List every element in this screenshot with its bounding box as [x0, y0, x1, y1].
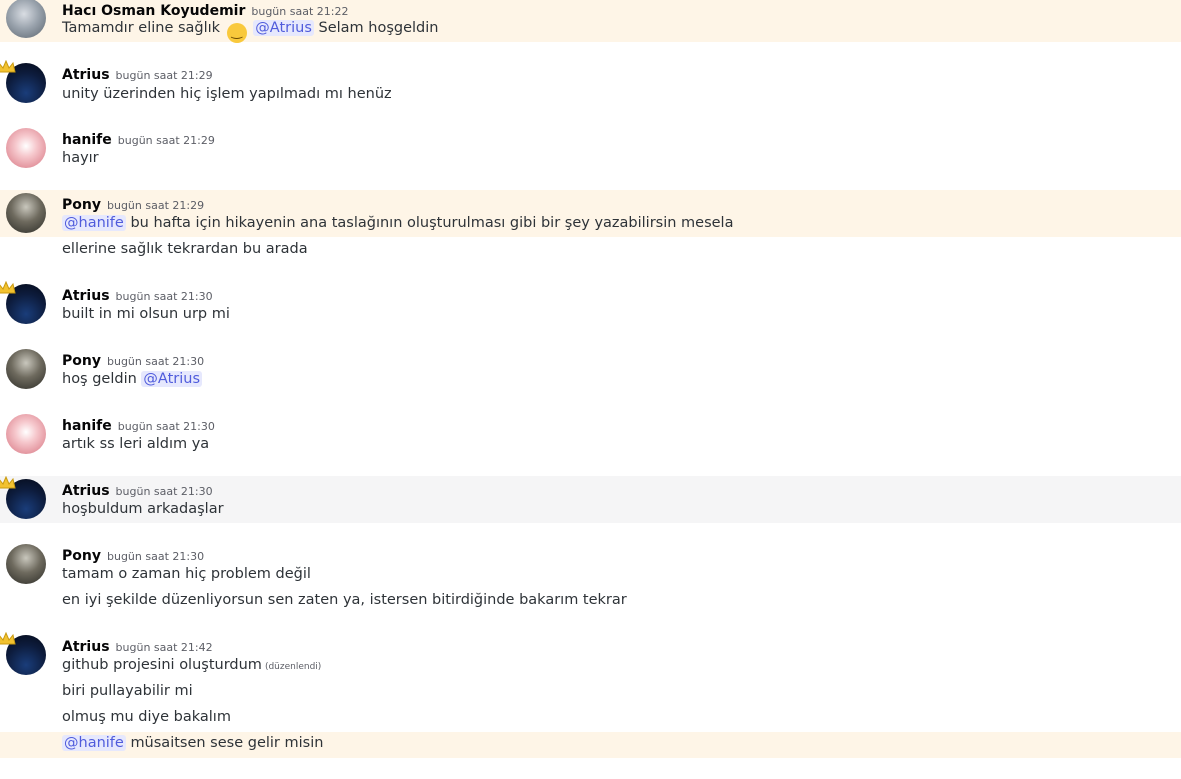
slightly-smiling-face-icon[interactable]: ‿	[226, 23, 247, 43]
edited-label[interactable]: (düzenlendi)	[265, 662, 321, 672]
user-mention[interactable]: @hanife	[62, 215, 126, 231]
avatar[interactable]	[6, 193, 46, 233]
username[interactable]: hanife	[62, 418, 112, 434]
avatar[interactable]	[6, 128, 46, 168]
timestamp[interactable]: bugün saat 21:29	[107, 199, 204, 212]
username[interactable]: Pony	[62, 197, 101, 213]
message-text: built in mi olsun urp mi	[62, 306, 230, 322]
username[interactable]: Atrius	[62, 639, 110, 655]
timestamp[interactable]: bugün saat 21:22	[251, 5, 348, 18]
username[interactable]: hanife	[62, 132, 112, 148]
avatar[interactable]	[6, 414, 46, 454]
message-text: tamam o zaman hiç problem değil	[62, 566, 311, 582]
timestamp[interactable]: bugün saat 21:42	[116, 641, 213, 654]
message-text: Tamamdır eline sağlık ‿ @Atrius Selam ho…	[62, 20, 438, 43]
crown-icon	[0, 281, 16, 294]
timestamp[interactable]: bugün saat 21:30	[107, 355, 204, 368]
user-mention[interactable]: @Atrius	[141, 371, 203, 387]
message-text: github projesini oluşturdum (düzenlendi)	[62, 657, 322, 673]
message-text: artık ss leri aldım ya	[62, 436, 210, 452]
user-mention[interactable]: @hanife	[62, 735, 126, 751]
username[interactable]: Atrius	[62, 483, 110, 499]
message-text: hayır	[62, 150, 99, 166]
timestamp[interactable]: bugün saat 21:30	[118, 420, 215, 433]
message-text: olmuş mu diye bakalım	[62, 709, 231, 725]
crown-icon	[0, 476, 16, 489]
avatar[interactable]	[6, 544, 46, 584]
message-text: @hanife bu hafta için hikayenin ana tasl…	[62, 215, 734, 231]
username[interactable]: Pony	[62, 548, 101, 564]
username[interactable]: Hacı Osman Koyudemir	[62, 3, 245, 19]
timestamp[interactable]: bugün saat 21:30	[116, 290, 213, 303]
username[interactable]: Atrius	[62, 288, 110, 304]
timestamp[interactable]: bugün saat 21:29	[118, 134, 215, 147]
username[interactable]: Pony	[62, 353, 101, 369]
avatar[interactable]	[6, 349, 46, 389]
timestamp[interactable]: bugün saat 21:30	[107, 550, 204, 563]
timestamp[interactable]: bugün saat 21:30	[116, 485, 213, 498]
message-text: biri pullayabilir mi	[62, 683, 193, 699]
username[interactable]: Atrius	[62, 67, 110, 83]
message-text: en iyi şekilde düzenliyorsun sen zaten y…	[62, 592, 627, 608]
message-text: ellerine sağlık tekrardan bu arada	[62, 241, 308, 257]
message-text: hoş geldin @Atrius	[62, 371, 203, 387]
crown-icon	[0, 632, 16, 645]
crown-icon	[0, 60, 16, 73]
message-text: @hanife müsaitsen sese gelir misin	[62, 735, 324, 751]
message-text: hoşbuldum arkadaşlar	[62, 501, 224, 517]
timestamp[interactable]: bugün saat 21:29	[116, 69, 213, 82]
message-text: unity üzerinden hiç işlem yapılmadı mı h…	[62, 86, 392, 102]
user-mention[interactable]: @Atrius	[253, 20, 314, 36]
